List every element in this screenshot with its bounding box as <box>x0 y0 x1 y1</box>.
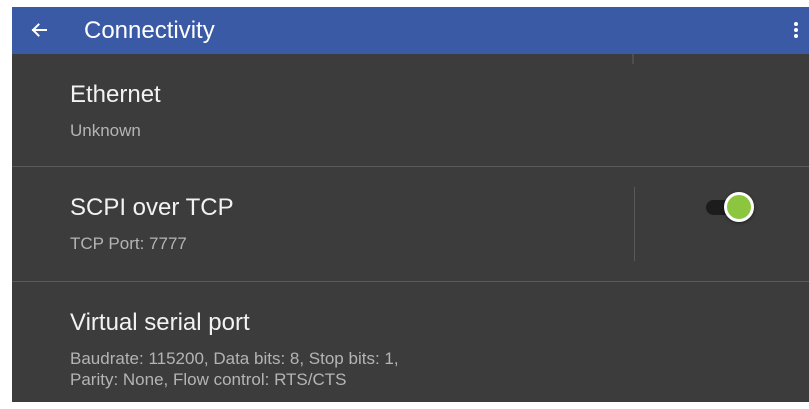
setting-virtual-serial-port[interactable]: Virtual serial port Baudrate: 115200, Da… <box>12 282 809 402</box>
switch-thumb <box>724 192 754 222</box>
setting-ethernet[interactable]: Ethernet Unknown <box>12 54 809 166</box>
setting-summary-line-2: Parity: None, Flow control: RTS/CTS <box>70 370 347 389</box>
more-vertical-icon <box>794 22 798 38</box>
scpi-toggle-switch[interactable] <box>704 189 760 225</box>
settings-list: Ethernet Unknown SCPI over TCP TCP Port:… <box>12 54 809 402</box>
arrow-left-icon <box>31 23 47 37</box>
overflow-menu-button[interactable] <box>785 13 807 47</box>
setting-summary-line-1: Baudrate: 115200, Data bits: 8, Stop bit… <box>70 349 399 368</box>
setting-scpi-over-tcp[interactable]: SCPI over TCP TCP Port: 7777 <box>12 167 809 281</box>
page-title: Connectivity <box>84 17 215 44</box>
setting-title: Virtual serial port <box>70 309 250 336</box>
setting-summary: TCP Port: 7777 <box>70 234 187 253</box>
setting-title: Ethernet <box>70 81 161 108</box>
device-screen: Connectivity Ethernet Unknown SCPI over … <box>12 7 809 402</box>
setting-title: SCPI over TCP <box>70 194 234 221</box>
app-bar: Connectivity <box>12 7 809 54</box>
vertical-separator <box>634 187 635 261</box>
setting-summary: Unknown <box>70 121 141 140</box>
back-button[interactable] <box>22 13 56 47</box>
